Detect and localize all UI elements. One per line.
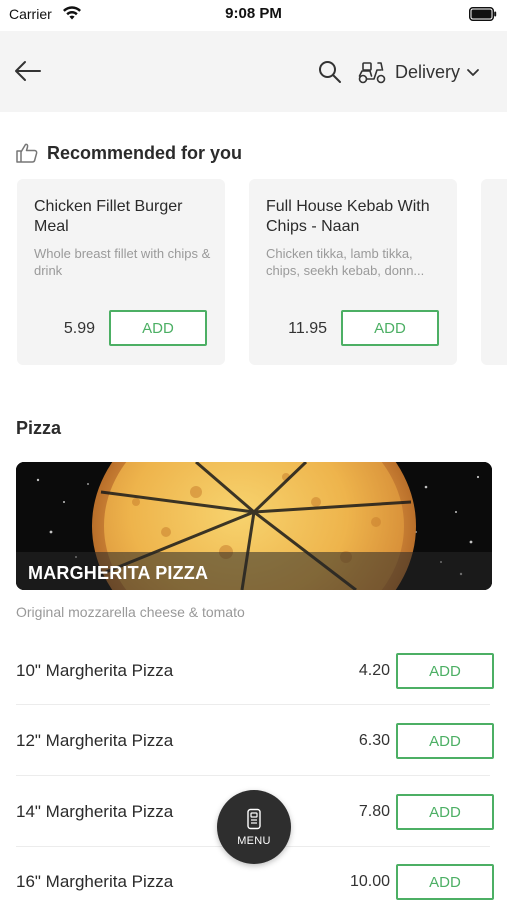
card-item-name: Full House Kebab With Chips - Naan <box>266 198 430 235</box>
recommended-header: Recommended for you <box>15 142 242 164</box>
menu-card-icon <box>247 808 261 829</box>
chevron-down-icon <box>467 69 479 76</box>
card-item-price: 5.99 <box>63 320 95 337</box>
section-title: Pizza <box>16 418 62 438</box>
item-name: 14" Margherita Pizza <box>16 802 174 821</box>
add-button[interactable]: ADD <box>109 310 207 346</box>
battery-icon <box>469 7 497 21</box>
clock: 9:08 PM <box>225 5 282 22</box>
banner-title: MARGHERITA PIZZA <box>28 563 209 583</box>
divider <box>16 704 490 705</box>
recommended-card-peek[interactable] <box>481 179 507 365</box>
menu-item-row[interactable]: 12" Margherita Pizza 6.30 ADD <box>16 706 494 776</box>
add-button[interactable]: ADD <box>396 653 494 689</box>
item-price: 10.00 <box>349 873 390 890</box>
card-item-description: Chicken tikka, lamb tikka, chips, seekh … <box>266 246 425 278</box>
add-button[interactable]: ADD <box>396 794 494 830</box>
search-button[interactable] <box>317 59 343 85</box>
item-price: 6.30 <box>358 732 390 749</box>
thumbs-up-icon <box>16 143 38 163</box>
recommended-card[interactable]: Full House Kebab With Chips - Naan Chick… <box>249 179 457 365</box>
menu-button-label: MENU <box>237 834 271 847</box>
top-nav-bar: Delivery <box>0 31 507 112</box>
item-name: 16" Margherita Pizza <box>16 872 174 891</box>
category-banner: MARGHERITA PIZZA <box>16 462 492 590</box>
card-item-name: Chicken Fillet Burger Meal <box>34 198 183 235</box>
recommended-title: Recommended for you <box>47 142 243 163</box>
back-arrow-icon <box>15 61 41 81</box>
back-button[interactable] <box>12 55 44 87</box>
section-description: Original mozzarella cheese & tomato <box>16 604 245 620</box>
divider <box>16 775 490 776</box>
delivery-selector[interactable]: Delivery <box>357 54 480 90</box>
item-name: 12" Margherita Pizza <box>16 731 174 750</box>
card-item-description: Whole breast fillet with chips & drink <box>34 246 211 278</box>
item-name: 10" Margherita Pizza <box>16 661 174 680</box>
status-bar: Carrier 9:08 PM <box>0 0 507 30</box>
search-icon <box>319 61 341 83</box>
card-item-price: 11.95 <box>288 320 327 337</box>
menu-item-row[interactable]: 10" Margherita Pizza 4.20 ADD <box>16 636 494 706</box>
recommended-card[interactable]: Chicken Fillet Burger Meal Whole breast … <box>17 179 225 365</box>
item-price: 7.80 <box>358 803 390 820</box>
add-button[interactable]: ADD <box>396 723 494 759</box>
menu-button[interactable]: MENU <box>217 790 291 864</box>
delivery-label: Delivery <box>395 61 461 82</box>
item-price: 4.20 <box>358 662 390 679</box>
scooter-icon <box>358 62 386 84</box>
add-button[interactable]: ADD <box>396 864 494 900</box>
add-button[interactable]: ADD <box>341 310 439 346</box>
